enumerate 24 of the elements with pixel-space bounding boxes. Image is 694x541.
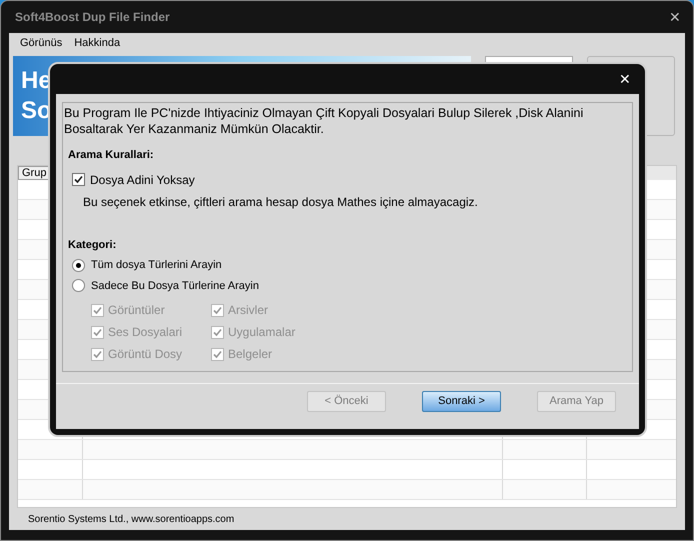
checkbox-label: Belgeler [228, 346, 272, 363]
checkbox-label: Uygulamalar [228, 324, 296, 341]
intro-text: Bu Program Ile PC'nizde Ihtiyaciniz Olmayan Çift Kopyali Dosyalari Bulup Silerek ,Disk Alanini Bosaltarak Yer Kazanmaniz Mümkün Olacaktir. [63, 105, 584, 137]
radio-button[interactable] [72, 258, 85, 272]
radio-button[interactable] [72, 279, 85, 292]
section-title: Arama Kurallari: [68, 148, 155, 163]
column-header[interactable]: Grup [18, 166, 50, 180]
checkbox-label: Görüntü Dosy [108, 346, 182, 363]
checkbox-label: Arsivler [228, 302, 268, 319]
menu-item[interactable]: Görünüs [20, 34, 62, 52]
checkbox-label: Görüntüler [108, 302, 165, 319]
checkbox-label: Dosya Adini Yoksay [90, 172, 195, 188]
radio-label: Tüm dosya Türlerini Arayin [91, 258, 222, 273]
status-text: Sorentio Systems Ltd., www.sorentioapps.com [28, 512, 234, 526]
checkbox-label: Ses Dosyalari [108, 324, 182, 341]
option-description: Bu seçenek etkinse, çiftleri arama hesap dosya Mathes içine almayacagiz. [83, 194, 479, 210]
close-button[interactable]: ✕ [619, 68, 631, 90]
window-title: Soft4Boost Dup File Finder [15, 9, 170, 26]
wizard-button[interactable]: Sonraki > [422, 391, 501, 412]
radio-label: Sadece Bu Dosya Türlerine Arayin [91, 278, 259, 294]
section-title: Kategori: [68, 238, 118, 252]
menu-item[interactable]: Hakkinda [74, 34, 120, 52]
close-button[interactable]: ✕ [669, 6, 681, 28]
checkbox[interactable] [72, 173, 85, 186]
